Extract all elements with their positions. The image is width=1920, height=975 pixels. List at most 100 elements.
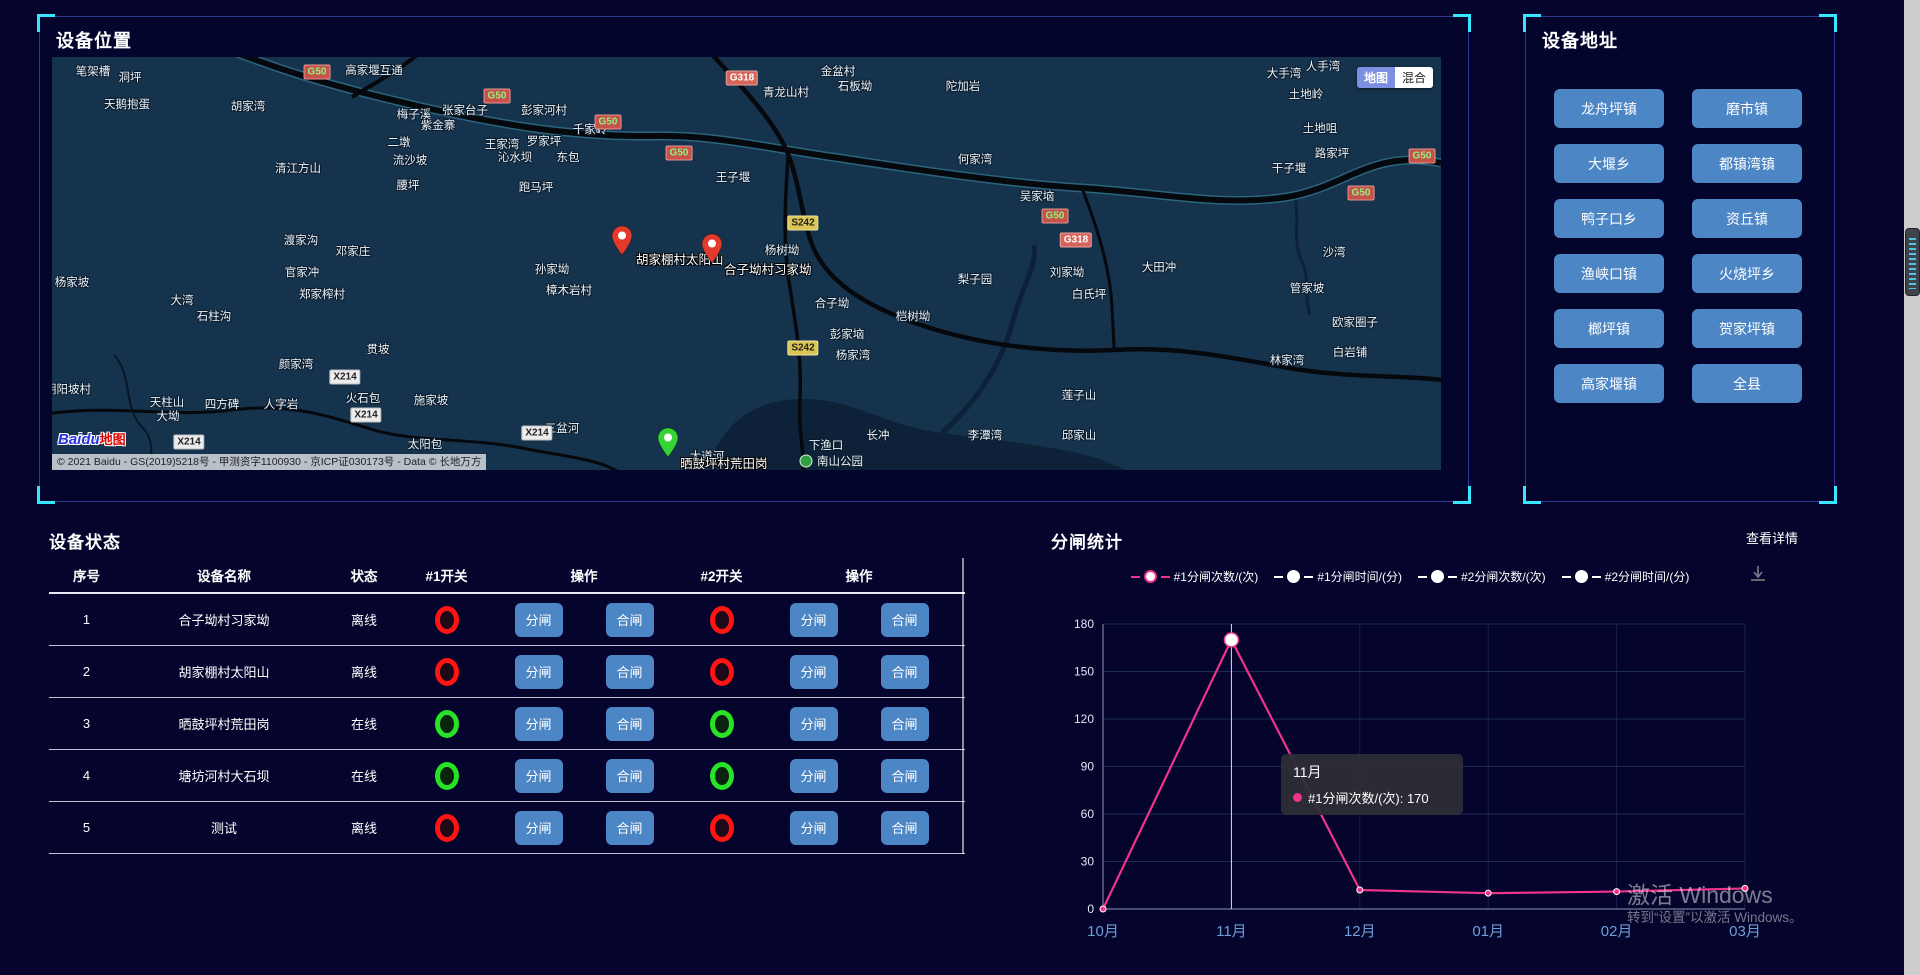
address-button-大堰乡[interactable]: 大堰乡 — [1554, 144, 1664, 183]
map-place-label: 石柱沟 — [197, 308, 232, 324]
switch1-indicator-cell — [404, 762, 489, 790]
map-place-label: 洞坪 — [119, 69, 142, 85]
map-place-label: 人字岩 — [264, 396, 299, 412]
map-type-map-button[interactable]: 地图 — [1357, 67, 1395, 88]
road-shield-G50: G50 — [1409, 149, 1436, 164]
address-button-鸭子口乡[interactable]: 鸭子口乡 — [1554, 199, 1664, 238]
map-place-label: 胡家湾 — [231, 98, 266, 114]
svg-text:120: 120 — [1074, 712, 1094, 726]
close-switch1-button[interactable]: 合闸 — [606, 655, 654, 689]
corner-bracket — [1819, 486, 1837, 504]
address-button-磨市镇[interactable]: 磨市镇 — [1692, 89, 1802, 128]
device-status: 在线 — [324, 766, 404, 785]
open-switch1-button[interactable]: 分闸 — [515, 811, 563, 845]
address-button-资丘镇[interactable]: 资丘镇 — [1692, 199, 1802, 238]
address-button-龙舟坪镇[interactable]: 龙舟坪镇 — [1554, 89, 1664, 128]
device-marker[interactable] — [611, 225, 634, 261]
open-switch2-button[interactable]: 分闸 — [790, 603, 838, 637]
baidu-logo: Baidu地图 — [58, 429, 126, 448]
map-place-label: 清江方山 — [275, 160, 321, 176]
map-place-label: 颜家湾 — [279, 356, 314, 372]
close-switch1-button[interactable]: 合闸 — [606, 707, 654, 741]
map-place-label: 桤树坳 — [896, 308, 931, 324]
address-button-全县[interactable]: 全县 — [1692, 364, 1802, 403]
switch2-ops: 分闸 合闸 — [764, 655, 954, 689]
open-switch1-button[interactable]: 分闸 — [515, 759, 563, 793]
road-shield-G50: G50 — [666, 146, 693, 161]
map-place-label: 青龙山村 — [763, 84, 809, 100]
address-button-都镇湾镇[interactable]: 都镇湾镇 — [1692, 144, 1802, 183]
svg-text:01月: 01月 — [1472, 923, 1504, 940]
map-place-label: 贯坡 — [367, 341, 390, 357]
map-place-label: 石板坳 — [838, 78, 873, 94]
map-place-label: 紫金寨 — [421, 117, 456, 133]
switch2-indicator-cell — [679, 762, 764, 790]
map-place-label: 阴阳坡村 — [52, 381, 91, 397]
chart-tooltip: 11月 #1分闸次数/(次): 170 — [1281, 754, 1463, 815]
address-button-渔峡口镇[interactable]: 渔峡口镇 — [1554, 254, 1664, 293]
close-switch2-button[interactable]: 合闸 — [881, 603, 929, 637]
table-body: 1合子坳村习家坳离线分闸合闸分闸合闸2胡家棚村太阳山离线分闸合闸分闸合闸3晒鼓坪… — [49, 594, 965, 854]
map-place-label: 吴家垴 — [1020, 188, 1055, 204]
address-button-高家堰镇[interactable]: 高家堰镇 — [1554, 364, 1664, 403]
open-switch2-button[interactable]: 分闸 — [790, 811, 838, 845]
device-marker[interactable] — [657, 427, 680, 463]
row-index: 5 — [49, 820, 124, 835]
switch2-indicator-red — [710, 814, 734, 842]
switch1-ops: 分闸 合闸 — [489, 707, 679, 741]
map-place-label: 王家湾 — [485, 136, 520, 152]
address-button-贺家坪镇[interactable]: 贺家坪镇 — [1692, 309, 1802, 348]
page-scrollbar-thumb[interactable] — [1905, 228, 1920, 296]
map-place-label: 何家湾 — [958, 151, 993, 167]
column-header: #2开关 — [679, 565, 764, 585]
map-type-control: 地图 混合 — [1357, 67, 1433, 88]
open-switch2-button[interactable]: 分闸 — [790, 655, 838, 689]
switch1-indicator-red — [435, 658, 459, 686]
map-place-label: 大坳 — [157, 408, 180, 424]
road-shield-G50: G50 — [1042, 209, 1069, 224]
switch2-ops: 分闸 合闸 — [764, 707, 954, 741]
map-type-hybrid-button[interactable]: 混合 — [1395, 67, 1433, 88]
open-switch1-button[interactable]: 分闸 — [515, 655, 563, 689]
map-place-label: 大田冲 — [1142, 259, 1177, 275]
road-shield-G318: G318 — [726, 71, 758, 86]
park-icon — [800, 455, 813, 468]
device-status: 在线 — [324, 714, 404, 733]
svg-text:11月: 11月 — [1216, 923, 1247, 940]
device-name: 合子坳村习家坳 — [124, 610, 324, 629]
device-location-panel: 设备位置 笔架槽洞坪天鹅抱蛋胡家湾高家堰互通梅子溪紫金寨二墩流沙坡沁水坝腰坪跑马… — [39, 16, 1469, 502]
table-row: 2胡家棚村太阳山离线分闸合闸分闸合闸 — [49, 646, 965, 698]
map-place-label: 大湾 — [171, 292, 194, 308]
open-switch2-button[interactable]: 分闸 — [790, 759, 838, 793]
open-switch1-button[interactable]: 分闸 — [515, 603, 563, 637]
map-place-label: 四方碑 — [205, 396, 240, 412]
switch2-indicator-cell — [679, 606, 764, 634]
open-switch2-button[interactable]: 分闸 — [790, 707, 838, 741]
switch1-indicator-cell — [404, 814, 489, 842]
address-button-榔坪镇[interactable]: 榔坪镇 — [1554, 309, 1664, 348]
close-switch1-button[interactable]: 合闸 — [606, 759, 654, 793]
windows-activation-watermark: 激活 Windows — [1627, 876, 1773, 910]
address-button-grid: 龙舟坪镇磨市镇大堰乡都镇湾镇鸭子口乡资丘镇渔峡口镇火烧坪乡榔坪镇贺家坪镇高家堰镇… — [1554, 89, 1806, 403]
close-switch2-button[interactable]: 合闸 — [881, 707, 929, 741]
baidu-map[interactable]: 笔架槽洞坪天鹅抱蛋胡家湾高家堰互通梅子溪紫金寨二墩流沙坡沁水坝腰坪跑马坪渡家沟邓… — [52, 57, 1441, 470]
open-switch1-button[interactable]: 分闸 — [515, 707, 563, 741]
close-switch1-button[interactable]: 合闸 — [606, 811, 654, 845]
map-place-label: 王子堰 — [716, 169, 751, 185]
map-place-label: 彭家河村 — [521, 102, 567, 118]
road-shield-G50: G50 — [1348, 186, 1375, 201]
close-switch1-button[interactable]: 合闸 — [606, 603, 654, 637]
map-place-label: 杨树坳 — [765, 242, 800, 258]
road-shield-G50: G50 — [304, 65, 331, 80]
page-scrollbar-track[interactable] — [1904, 0, 1920, 975]
corner-bracket — [37, 14, 55, 32]
address-button-火烧坪乡[interactable]: 火烧坪乡 — [1692, 254, 1802, 293]
device-marker[interactable] — [701, 233, 724, 269]
close-switch2-button[interactable]: 合闸 — [881, 811, 929, 845]
close-switch2-button[interactable]: 合闸 — [881, 759, 929, 793]
svg-text:90: 90 — [1081, 760, 1095, 774]
close-switch2-button[interactable]: 合闸 — [881, 655, 929, 689]
table-scrollbar[interactable] — [962, 558, 964, 854]
scrollbar-stripes — [1909, 238, 1916, 289]
device-name: 塘坊河村大石坝 — [124, 766, 324, 785]
